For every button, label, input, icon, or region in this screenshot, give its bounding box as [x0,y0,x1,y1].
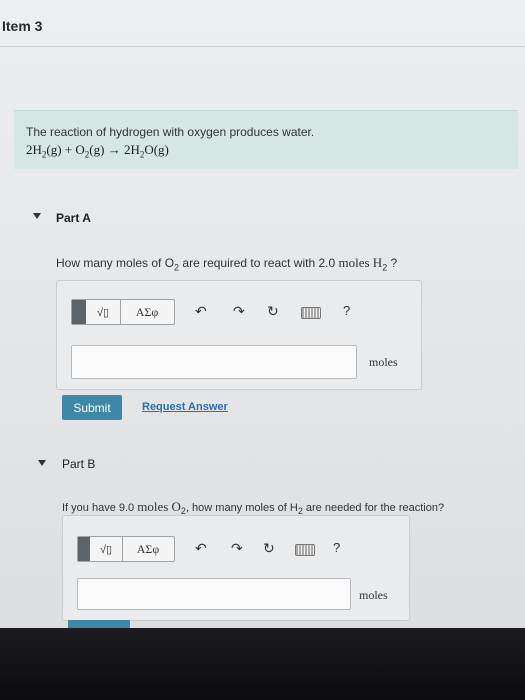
part-a-units-label: moles [369,355,398,369]
part-b-answer-panel: √▯ ΑΣφ ↶ ↷ ↻ ? moles [62,515,410,621]
redo-icon[interactable]: ↷ [233,303,245,320]
part-a-answer-panel: √▯ ΑΣφ ↶ ↷ ↻ ? moles [56,280,422,390]
part-a-toolbar: √▯ ΑΣφ ↶ ↷ ↻ ? [71,299,361,325]
part-a-question: How many moles of O2 are required to rea… [56,255,398,273]
greek-symbols-button[interactable]: ΑΣφ [123,537,173,561]
reset-icon[interactable]: ↻ [267,303,279,320]
reset-icon[interactable]: ↻ [263,540,275,557]
intro-text: The reaction of hydrogen with oxygen pro… [26,125,315,139]
item-title: Item 3 [2,18,43,34]
part-a-title[interactable]: Part A [56,211,91,225]
part-a-submit-button[interactable]: Submit [62,395,122,420]
part-a-collapse-caret-icon[interactable] [33,213,41,219]
screen: Item 3 The reaction of hydrogen with oxy… [0,0,525,628]
template-swatch-icon[interactable] [78,537,90,561]
greek-symbols-button[interactable]: ΑΣφ [121,300,173,324]
reaction-equation: 2H2(g) + O2(g) → 2H2O(g) [26,142,169,160]
part-b-submit-button[interactable] [68,620,130,628]
help-button[interactable]: ? [333,540,340,555]
math-template-group: √▯ ΑΣφ [77,536,175,562]
template-swatch-icon[interactable] [72,300,86,324]
part-a-answer-input[interactable] [71,345,357,379]
part-b-units-label: moles [359,588,388,602]
divider [0,46,525,47]
help-button[interactable]: ? [343,303,350,318]
undo-icon[interactable]: ↶ [195,540,207,557]
redo-icon[interactable]: ↷ [231,540,243,557]
undo-icon[interactable]: ↶ [195,303,207,320]
part-b-question: If you have 9.0 moles O2, how many moles… [62,499,445,517]
math-templates-button[interactable]: √▯ [90,537,123,561]
part-b-toolbar: √▯ ΑΣφ ↶ ↷ ↻ ? [77,536,357,562]
monitor-bezel [0,628,525,700]
keyboard-icon[interactable] [295,544,315,556]
part-a-request-answer-link[interactable]: Request Answer [142,401,228,413]
part-b-collapse-caret-icon[interactable] [38,460,46,466]
keyboard-icon[interactable] [301,307,321,319]
part-b-title[interactable]: Part B [62,457,95,471]
math-templates-button[interactable]: √▯ [86,300,121,324]
problem-intro-box: The reaction of hydrogen with oxygen pro… [14,110,518,169]
math-template-group: √▯ ΑΣφ [71,299,175,325]
part-b-answer-input[interactable] [77,578,351,610]
